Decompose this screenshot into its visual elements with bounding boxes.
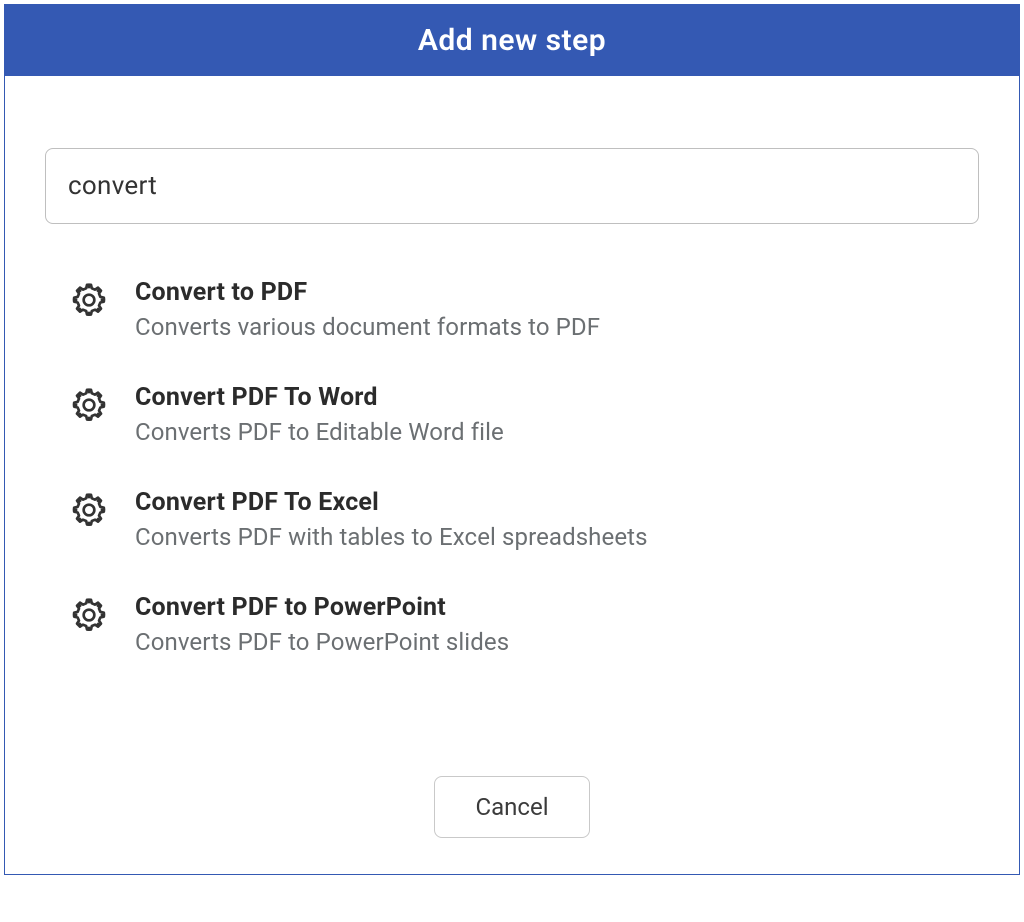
gear-icon (69, 280, 109, 320)
dialog-title: Add new step (5, 23, 1019, 58)
result-description: Converts PDF with tables to Excel spread… (135, 523, 648, 551)
dialog-header: Add new step (5, 5, 1019, 76)
cancel-button[interactable]: Cancel (434, 776, 589, 838)
result-title: Convert to PDF (135, 278, 600, 307)
dialog-body: Convert to PDF Converts various document … (5, 76, 1019, 764)
dialog-footer: Cancel (5, 764, 1019, 874)
gear-icon (69, 490, 109, 530)
results-list[interactable]: Convert to PDF Converts various document … (45, 264, 979, 724)
result-text: Convert PDF to PowerPoint Converts PDF to… (135, 593, 509, 656)
result-title: Convert PDF To Excel (135, 488, 648, 517)
result-text: Convert PDF To Word Converts PDF to Edita… (135, 383, 504, 446)
search-input[interactable] (45, 148, 979, 224)
scroll-spacer (69, 684, 975, 724)
result-title: Convert PDF to PowerPoint (135, 593, 509, 622)
gear-icon (69, 595, 109, 635)
result-description: Converts PDF to PowerPoint slides (135, 628, 509, 656)
result-text: Convert to PDF Converts various document … (135, 278, 600, 341)
result-title: Convert PDF To Word (135, 383, 504, 412)
result-item[interactable]: Convert PDF To Word Converts PDF to Edita… (69, 369, 975, 474)
result-item[interactable]: Convert PDF To Excel Converts PDF with ta… (69, 474, 975, 579)
result-description: Converts PDF to Editable Word file (135, 418, 504, 446)
result-description: Converts various document formats to PDF (135, 313, 600, 341)
add-step-dialog: Add new step Convert to PDF Converts vari… (4, 4, 1020, 875)
result-text: Convert PDF To Excel Converts PDF with ta… (135, 488, 648, 551)
gear-icon (69, 385, 109, 425)
search-wrap (45, 148, 979, 224)
result-item[interactable]: Convert to PDF Converts various document … (69, 264, 975, 369)
result-item[interactable]: Convert PDF to PowerPoint Converts PDF to… (69, 579, 975, 684)
